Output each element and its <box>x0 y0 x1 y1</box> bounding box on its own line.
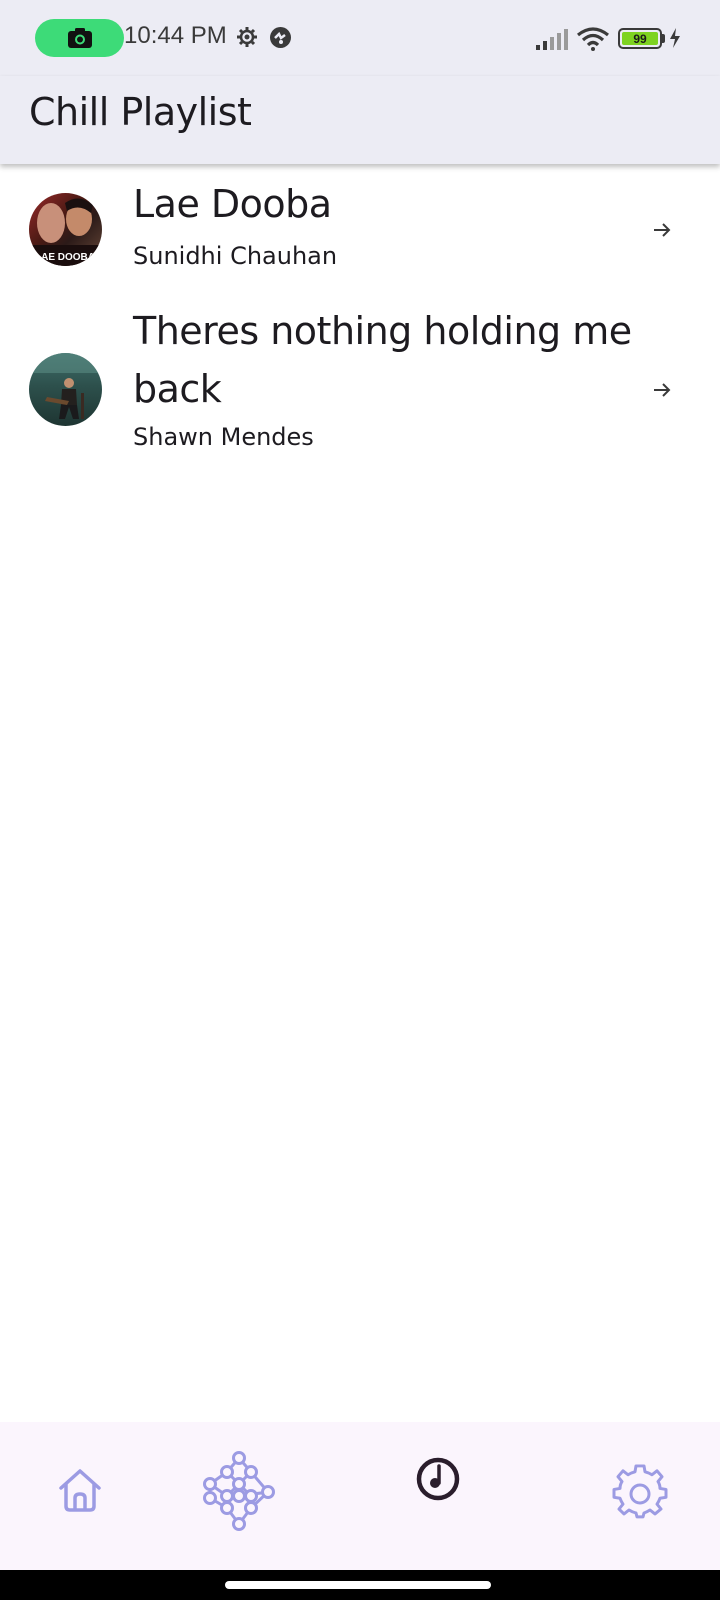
page-title: Chill Playlist <box>29 90 252 134</box>
battery-level: 99 <box>633 31 647 46</box>
battery-tip <box>662 34 665 43</box>
list-item[interactable]: Theres nothing holding me back Shawn Men… <box>0 305 720 475</box>
gesture-bar <box>0 1570 720 1600</box>
album-art: LAE DOOBA <box>29 193 102 266</box>
bottom-navigation <box>0 1422 720 1570</box>
signal-icon <box>536 29 568 50</box>
battery-fill: 99 <box>622 31 658 46</box>
home-indicator[interactable] <box>225 1581 491 1589</box>
network-icon[interactable] <box>200 1450 278 1532</box>
clock: 10:44 PM <box>124 22 227 49</box>
status-bar: 10:44 PM 99 <box>0 0 720 76</box>
battery-icon: 99 <box>618 28 662 49</box>
album-art-image <box>29 353 102 419</box>
music-icon[interactable] <box>415 1456 461 1502</box>
screen-record-indicator[interactable] <box>35 19 124 57</box>
vpn-icon <box>270 27 291 48</box>
charging-icon <box>670 28 680 48</box>
settings-icon[interactable] <box>612 1464 668 1520</box>
home-icon[interactable] <box>56 1466 104 1514</box>
song-title: Theres nothing holding me back <box>133 309 632 411</box>
gear-icon <box>237 27 257 47</box>
album-art <box>29 353 102 426</box>
album-art-caption: LAE DOOBA <box>35 252 95 263</box>
song-title: Lae Dooba <box>133 182 332 226</box>
song-artist: Sunidhi Chauhan <box>133 242 338 270</box>
camera-icon <box>67 28 92 48</box>
song-artist: Shawn Mendes <box>133 423 314 451</box>
arrow-right-icon[interactable] <box>652 380 672 400</box>
arrow-right-icon[interactable] <box>652 220 672 240</box>
album-art-image: LAE DOOBA <box>29 198 102 266</box>
wifi-icon <box>577 27 609 51</box>
list-item[interactable]: LAE DOOBA Lae Dooba Sunidhi Chauhan <box>0 180 720 280</box>
app-bar: Chill Playlist <box>0 76 720 164</box>
